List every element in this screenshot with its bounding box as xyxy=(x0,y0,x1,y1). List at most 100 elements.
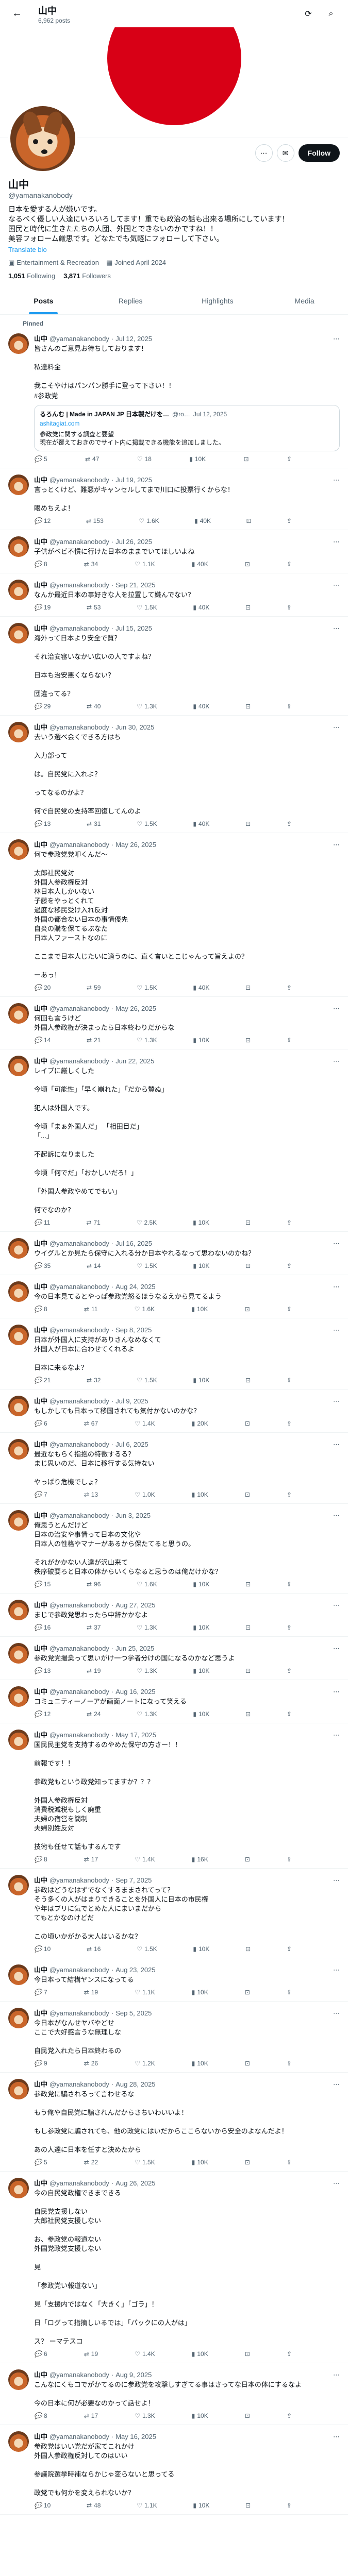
reply-button[interactable]: 💬 9 xyxy=(34,2060,47,2067)
reply-button[interactable]: 💬 21 xyxy=(34,1377,51,1384)
reply-button[interactable]: 💬 8 xyxy=(34,1856,47,1863)
tweet-date[interactable]: Jul 15, 2025 xyxy=(115,624,152,632)
following-link[interactable]: 1,051 Following xyxy=(8,272,55,280)
tweet-avatar[interactable] xyxy=(8,536,29,557)
tweet[interactable]: 山中 @yamanakanobody · Aug 24, 2025 ⋯ 今の日本… xyxy=(0,1275,348,1318)
bookmark-button[interactable]: ⊡ xyxy=(245,1989,250,1996)
retweet-button[interactable]: ⇄ 14 xyxy=(87,1262,101,1269)
tweet-author-name[interactable]: 山中 xyxy=(34,2008,47,2018)
tweet-author-name[interactable]: 山中 xyxy=(34,1875,47,1885)
like-button[interactable]: ♡ 1.0K xyxy=(135,1491,155,1498)
tweet[interactable]: 山中 @yamanakanobody · Jun 22, 2025 ⋯ レイプに… xyxy=(0,1049,348,1232)
tweet-date[interactable]: Jun 30, 2025 xyxy=(115,723,154,731)
tweet-author-handle[interactable]: @yamanakanobody xyxy=(49,476,109,484)
tweet-author-name[interactable]: 山中 xyxy=(34,1003,47,1013)
tweet-author-handle[interactable]: @yamanakanobody xyxy=(49,2009,109,2017)
tweet-avatar[interactable] xyxy=(8,1600,29,1620)
bookmark-button[interactable]: ⊡ xyxy=(245,1219,251,1226)
views-button[interactable]: ▮ 10K xyxy=(192,1989,208,1996)
tweet-avatar[interactable] xyxy=(8,1643,29,1664)
more-options-icon[interactable]: ⋯ xyxy=(333,624,340,633)
more-options-icon[interactable]: ⋯ xyxy=(333,538,340,546)
tweet-hashtag[interactable]: #参政党 xyxy=(34,392,340,401)
share-button[interactable]: ⇪ xyxy=(287,1377,292,1384)
tweet[interactable]: 山中 @yamanakanobody · Sep 8, 2025 ⋯ 日本が外国… xyxy=(0,1318,348,1389)
tweet[interactable]: 山中 @yamanakanobody · Jun 30, 2025 ⋯ 去いう選… xyxy=(0,716,348,833)
more-options-icon[interactable]: ⋯ xyxy=(255,144,273,162)
tweet-date[interactable]: Aug 23, 2025 xyxy=(115,1966,155,1974)
tweet-author-name[interactable]: 山中 xyxy=(34,1643,47,1653)
tweet-author-handle[interactable]: @yamanakanobody xyxy=(49,1440,109,1448)
views-button[interactable]: ▮ 10K xyxy=(192,2350,208,2358)
like-button[interactable]: ♡ 1.6K xyxy=(135,1306,155,1313)
views-button[interactable]: ▮ 10K xyxy=(193,1262,209,1269)
message-icon[interactable]: ✉ xyxy=(276,144,294,162)
tweet-author-handle[interactable]: @yamanakanobody xyxy=(49,2433,109,2441)
bookmark-button[interactable]: ⊡ xyxy=(245,1945,251,1953)
tweet-author-handle[interactable]: @yamanakanobody xyxy=(49,2080,109,2088)
tweet-date[interactable]: Jun 22, 2025 xyxy=(115,1057,154,1065)
like-button[interactable]: ♡ 1.4K xyxy=(135,2350,155,2358)
share-button[interactable]: ⇪ xyxy=(287,561,292,568)
more-options-icon[interactable]: ⋯ xyxy=(333,1966,340,1974)
more-options-icon[interactable]: ⋯ xyxy=(333,1326,340,1334)
share-button[interactable]: ⇪ xyxy=(287,1624,292,1631)
tweet-avatar[interactable] xyxy=(8,1439,29,1460)
retweet-button[interactable]: ⇄ 53 xyxy=(87,604,101,611)
like-button[interactable]: ♡ 1.5K xyxy=(137,984,157,991)
share-button[interactable]: ⇪ xyxy=(287,1856,292,1863)
tweet-author-name[interactable]: 山中 xyxy=(34,1730,47,1739)
tweet-date[interactable]: Jul 16, 2025 xyxy=(115,1240,152,1247)
like-button[interactable]: ♡ 1.4K xyxy=(135,1856,155,1863)
share-button[interactable]: ⇪ xyxy=(287,2502,292,2509)
tweet-date[interactable]: Jun 25, 2025 xyxy=(115,1645,154,1652)
more-options-icon[interactable]: ⋯ xyxy=(333,581,340,589)
tweet[interactable]: 山中 @yamanakanobody · Jul 6, 2025 ⋯ 最近なもら… xyxy=(0,1433,348,1504)
retweet-button[interactable]: ⇄ 96 xyxy=(87,1581,101,1588)
tweet[interactable]: 山中 @yamanakanobody · Jul 26, 2025 ⋯ 子供がベ… xyxy=(0,530,348,573)
tweet-author-handle[interactable]: @yamanakanobody xyxy=(49,335,109,343)
tweet-author-name[interactable]: 山中 xyxy=(34,1056,47,1065)
tweet-author-name[interactable]: 山中 xyxy=(34,1686,47,1696)
more-options-icon[interactable]: ⋯ xyxy=(333,1601,340,1609)
tweet-avatar[interactable] xyxy=(8,1238,29,1259)
tweet[interactable]: 山中 @yamanakanobody · May 17, 2025 ⋯ 国民民主… xyxy=(0,1723,348,1869)
like-button[interactable]: ♡ 1.3K xyxy=(137,1710,157,1718)
retweet-button[interactable]: ⇄ 32 xyxy=(87,1377,101,1384)
tweet-avatar[interactable] xyxy=(8,1730,29,1750)
tweet-avatar[interactable] xyxy=(8,1003,29,1024)
bookmark-button[interactable]: ⊡ xyxy=(245,1667,251,1674)
reply-button[interactable]: 💬 14 xyxy=(34,1037,51,1044)
views-button[interactable]: ▮ 40K xyxy=(193,984,209,991)
tweet[interactable]: 山中 @yamanakanobody · Jul 15, 2025 ⋯ 海外って… xyxy=(0,617,348,716)
views-button[interactable]: ▮ 10K xyxy=(193,1624,209,1631)
like-button[interactable]: ♡ 1.5K xyxy=(135,2159,155,2166)
tweet[interactable]: 山中 @yamanakanobody · Sep 21, 2025 ⋯ なんか最… xyxy=(0,573,348,617)
bookmark-button[interactable]: ⊡ xyxy=(245,984,251,991)
retweet-button[interactable]: ⇄ 17 xyxy=(84,1856,98,1863)
tweet[interactable]: 山中 @yamanakanobody · May 26, 2025 ⋯ 何で参政… xyxy=(0,833,348,997)
views-button[interactable]: ▮ 10K xyxy=(192,2159,208,2166)
translate-bio-link[interactable]: Translate bio xyxy=(8,246,340,253)
retweet-button[interactable]: ⇄ 67 xyxy=(84,1420,98,1427)
tweet-avatar[interactable] xyxy=(8,333,29,354)
views-button[interactable]: ▮ 40K xyxy=(193,604,209,611)
bookmark-button[interactable]: ⊡ xyxy=(245,703,251,710)
back-arrow-icon[interactable]: ← xyxy=(8,5,26,23)
reply-button[interactable]: 💬 10 xyxy=(34,2502,51,2509)
tweet-author-handle[interactable]: @yamanakanobody xyxy=(49,1966,109,1974)
tweet-author-handle[interactable]: @yamanakanobody xyxy=(49,1397,109,1405)
reply-button[interactable]: 💬 13 xyxy=(34,820,51,827)
tab-highlights[interactable]: Highlights xyxy=(174,287,261,314)
tweet-date[interactable]: Sep 5, 2025 xyxy=(115,2009,152,2017)
like-button[interactable]: ♡ 1.5K xyxy=(137,820,157,827)
retweet-button[interactable]: ⇄ 40 xyxy=(87,703,101,710)
reply-button[interactable]: 💬 7 xyxy=(34,1491,47,1498)
retweet-button[interactable]: ⇄ 22 xyxy=(84,2159,98,2166)
tweet-author-handle[interactable]: @yamanakanobody xyxy=(49,538,109,546)
tweet-author-name[interactable]: 山中 xyxy=(34,1396,47,1405)
views-button[interactable]: ▮ 10K xyxy=(192,1491,208,1498)
views-button[interactable]: ▮ 10K xyxy=(191,1306,208,1313)
reply-button[interactable]: 💬 11 xyxy=(34,1219,50,1226)
bookmark-button[interactable]: ⊡ xyxy=(245,2350,250,2358)
